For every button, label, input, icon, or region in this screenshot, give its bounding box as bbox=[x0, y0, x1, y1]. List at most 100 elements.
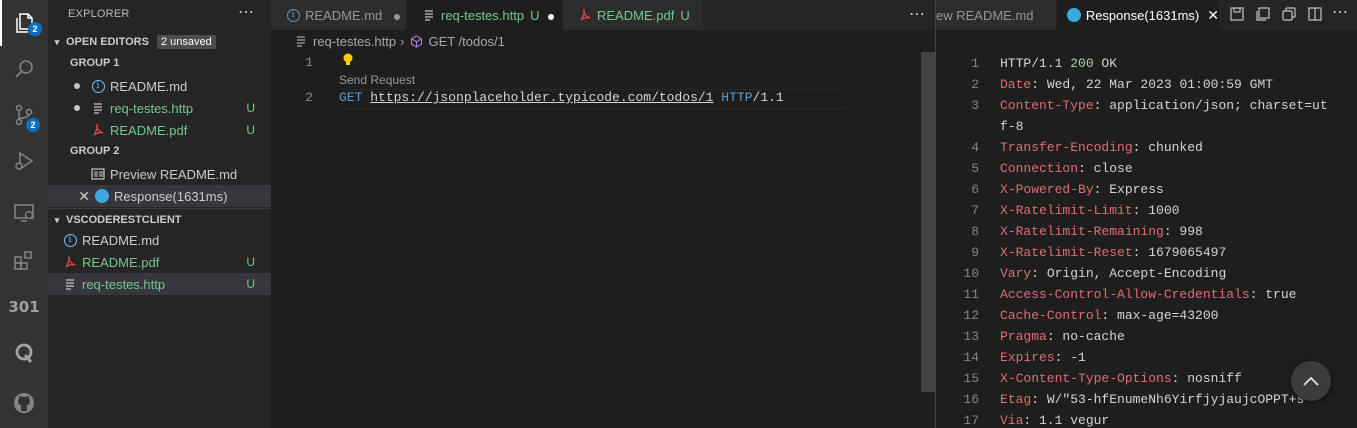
response-text: Content-Type: application/json; charset=… bbox=[1000, 95, 1328, 116]
scroll-to-top-button[interactable] bbox=[1291, 361, 1331, 401]
header-name: Date bbox=[1000, 77, 1032, 92]
request-line: GET https://jsonplaceholder.typicode.com… bbox=[339, 90, 784, 105]
tab-readme-pdf[interactable]: README.pdf U bbox=[563, 0, 703, 30]
header-value: : W/"53-hfEnumeNh6YirfjyjaujcOPPT+s bbox=[1031, 392, 1305, 407]
workspace-header[interactable]: ▾ VSCODERESTCLIENT bbox=[48, 208, 271, 231]
line-number: 15 bbox=[963, 371, 979, 386]
pdf-file-icon bbox=[577, 7, 593, 23]
response-text: Expires: -1 bbox=[1000, 347, 1086, 368]
open-editor-readme-md[interactable]: i README.md bbox=[48, 75, 271, 97]
header-value: : 1000 bbox=[1132, 203, 1180, 218]
file-readme-pdf[interactable]: README.pdf U bbox=[48, 251, 271, 273]
split-editor-icon[interactable] bbox=[1308, 7, 1322, 24]
header-name: Cache-Control bbox=[1000, 308, 1102, 323]
response-line: 4 Transfer-Encoding: chunked bbox=[936, 137, 1357, 158]
sidebar-title: EXPLORER bbox=[68, 8, 130, 20]
info-icon: i bbox=[285, 7, 301, 23]
chevron-down-icon: ▾ bbox=[54, 36, 60, 47]
line-number: 12 bbox=[963, 308, 979, 323]
info-icon: i bbox=[90, 78, 106, 94]
save-response-icon[interactable] bbox=[1230, 7, 1244, 24]
line-number: 10 bbox=[963, 266, 979, 281]
tab-req-testes-http[interactable]: req-testes.http U bbox=[407, 0, 562, 30]
response-text: X-Ratelimit-Reset: 1679065497 bbox=[1000, 242, 1226, 263]
line-number: 7 bbox=[971, 203, 979, 218]
tab-readme-md[interactable]: i README.md bbox=[271, 0, 406, 30]
breadcrumb-symbol[interactable]: GET /todos/1 bbox=[428, 34, 504, 49]
line-number: 17 bbox=[963, 413, 979, 428]
dirty-dot-icon[interactable] bbox=[547, 8, 554, 23]
response-line: 17 Via: 1.1 vegur bbox=[936, 410, 1357, 428]
redirect-301-icon[interactable]: 301 bbox=[0, 284, 48, 330]
file-readme-md[interactable]: i README.md bbox=[48, 229, 271, 251]
tab-preview-readme[interactable]: ew README.md bbox=[936, 0, 1056, 30]
header-name: Pragma bbox=[1000, 329, 1047, 344]
http-method: GET bbox=[339, 90, 363, 105]
response-line: 10 Vary: Origin, Accept-Encoding bbox=[936, 263, 1357, 284]
response-line: 9 X-Ratelimit-Reset: 1679065497 bbox=[936, 242, 1357, 263]
response-text: Etag: W/"53-hfEnumeNh6YirfjyjaujcOPPT+s bbox=[1000, 389, 1304, 410]
pdf-file-icon bbox=[90, 122, 106, 138]
rest-client-icon[interactable] bbox=[0, 330, 48, 376]
open-editor-label: README.md bbox=[110, 78, 188, 94]
header-value: : -1 bbox=[1054, 350, 1086, 365]
response-line: 13 Pragma: no-cache bbox=[936, 326, 1357, 347]
line-number: 11 bbox=[963, 287, 979, 302]
header-name: Via bbox=[1000, 413, 1024, 428]
explorer-sidebar: EXPLORER ⋯ ▾ OPEN EDITORS 2 unsaved GROU… bbox=[48, 0, 271, 428]
lightbulb-icon[interactable] bbox=[341, 52, 355, 72]
response-text: X-Content-Type-Options: nosniff bbox=[1000, 368, 1242, 389]
source-control-icon[interactable]: 2 bbox=[0, 92, 48, 138]
github-icon[interactable] bbox=[0, 380, 48, 426]
response-text: Via: 1.1 vegur bbox=[1000, 410, 1109, 428]
extensions-icon[interactable] bbox=[0, 238, 48, 284]
run-debug-icon[interactable] bbox=[0, 138, 48, 184]
header-name: X-Content-Type-Options bbox=[1000, 371, 1172, 386]
file-req-testes-http[interactable]: req-testes.http U bbox=[48, 273, 271, 295]
line-number: 4 bbox=[971, 140, 979, 155]
tab-label: Response(1631ms) bbox=[1085, 7, 1200, 23]
open-editor-req-testes-http[interactable]: req-testes.http U bbox=[48, 97, 271, 119]
header-name: Expires bbox=[1000, 350, 1055, 365]
close-icon[interactable]: ✕ bbox=[48, 188, 94, 205]
open-editors-header[interactable]: ▾ OPEN EDITORS 2 unsaved bbox=[48, 31, 271, 53]
more-actions-icon[interactable]: ⋯ bbox=[909, 4, 925, 24]
dirty-dot-icon bbox=[74, 105, 80, 111]
editor-req-testes-http[interactable]: 1 Send Request 2 GET https://jsonplaceho… bbox=[271, 52, 921, 428]
editor-group-1-tabs: i README.md req-testes.http U README.pdf… bbox=[271, 0, 935, 30]
remote-explorer-icon[interactable] bbox=[0, 190, 48, 236]
header-name: X-Powered-By bbox=[1000, 182, 1094, 197]
response-line: 2 Date: Wed, 22 Mar 2023 01:00:59 GMT bbox=[936, 74, 1357, 95]
response-text: Connection: close bbox=[1000, 158, 1133, 179]
breadcrumb: req-testes.http › GET /todos/1 bbox=[271, 30, 935, 52]
response-text: f-8 bbox=[1000, 116, 1023, 137]
send-request-codelens[interactable]: Send Request bbox=[339, 73, 415, 87]
header-value: : no-cache bbox=[1046, 329, 1125, 344]
line-number: 13 bbox=[963, 329, 979, 344]
response-line: 6 X-Powered-By: Express bbox=[936, 179, 1357, 200]
close-icon[interactable]: ✕ bbox=[1207, 7, 1219, 24]
symbol-icon bbox=[408, 33, 424, 49]
tab-response[interactable]: Response(1631ms) ✕ bbox=[1057, 0, 1219, 30]
status-code: 200 bbox=[1070, 56, 1094, 71]
header-value: : max-age=43200 bbox=[1101, 308, 1219, 323]
explorer-icon[interactable]: 2 bbox=[0, 0, 48, 46]
request-url[interactable]: https://jsonplaceholder.typicode.com/tod… bbox=[370, 90, 713, 105]
header-value: : nosniff bbox=[1171, 371, 1242, 386]
open-editor-response[interactable]: ✕ Response(1631ms) bbox=[48, 185, 271, 207]
dirty-dot-icon[interactable] bbox=[394, 8, 401, 23]
untracked-status: U bbox=[246, 255, 255, 269]
more-actions-icon[interactable]: ⋯ bbox=[1332, 2, 1348, 22]
more-actions-icon[interactable]: ⋯ bbox=[238, 2, 254, 22]
breadcrumb-file[interactable]: req-testes.http bbox=[313, 34, 396, 49]
save-body-icon[interactable] bbox=[1256, 7, 1270, 24]
search-icon[interactable] bbox=[0, 46, 48, 92]
copy-icon[interactable] bbox=[1282, 7, 1296, 24]
open-editor-label: Response(1631ms) bbox=[114, 188, 228, 204]
open-editor-readme-pdf[interactable]: README.pdf U bbox=[48, 119, 271, 141]
http-file-icon bbox=[62, 276, 78, 292]
rest-client-response-icon bbox=[1067, 7, 1082, 23]
header-name: X-Ratelimit-Reset bbox=[1000, 245, 1133, 260]
vertical-scrollbar[interactable] bbox=[921, 52, 935, 392]
open-editor-preview-readme[interactable]: Preview README.md bbox=[48, 163, 271, 185]
